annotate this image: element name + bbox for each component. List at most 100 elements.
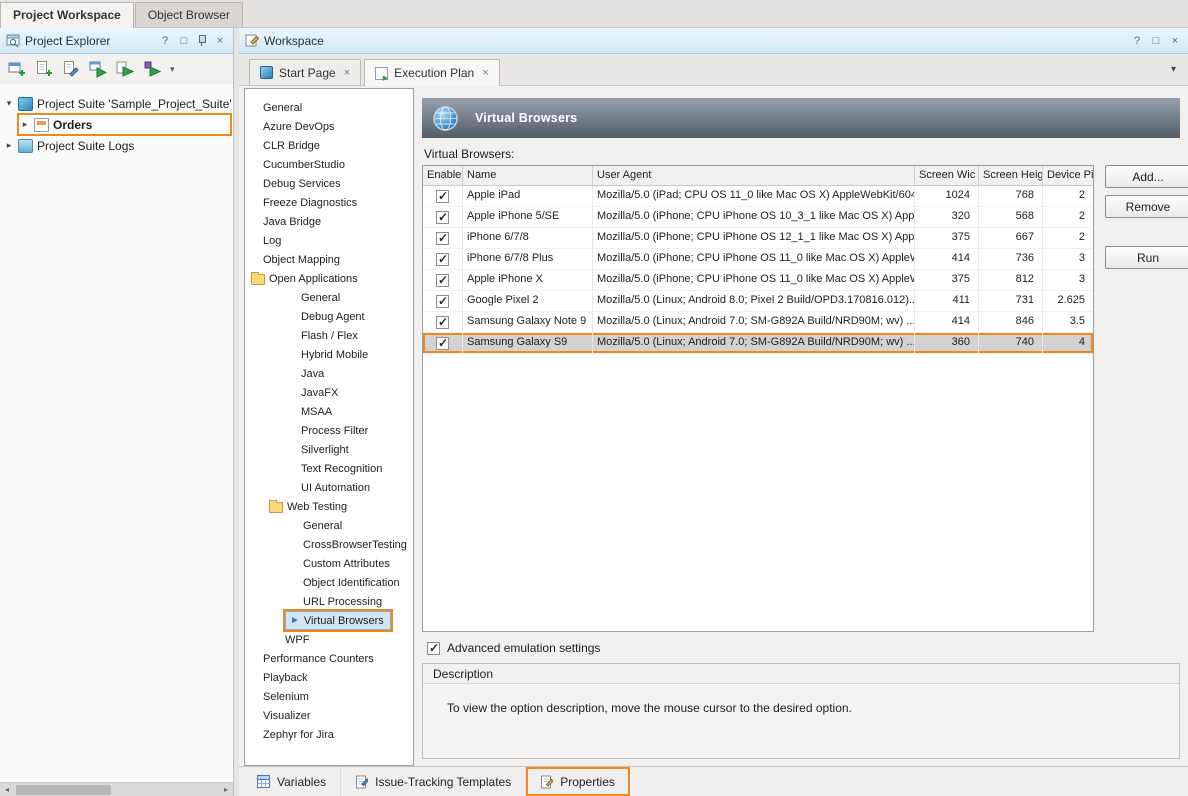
run-button[interactable]: Run	[1105, 246, 1188, 269]
column-header-user-agent[interactable]: User Agent	[593, 166, 915, 185]
settings-item-web-testing[interactable]: Web Testing	[245, 497, 413, 516]
settings-item-general[interactable]: General	[245, 288, 413, 307]
vb-row-apple-iphone-5-se[interactable]: Apple iPhone 5/SEMozilla/5.0 (iPhone; CP…	[423, 207, 1093, 228]
vb-row-apple-ipad[interactable]: Apple iPadMozilla/5.0 (iPad; CPU OS 11_0…	[423, 186, 1093, 207]
tab-properties[interactable]: Properties	[526, 767, 630, 796]
screen-width-cell: 375	[915, 228, 979, 248]
settings-item-silverlight[interactable]: Silverlight	[245, 440, 413, 459]
enable-checkbox[interactable]	[436, 337, 449, 350]
add-project-button[interactable]	[33, 58, 55, 80]
properties-icon	[540, 775, 553, 789]
column-header-screen-height[interactable]: Screen Heig	[979, 166, 1043, 185]
settings-item-text-recognition[interactable]: Text Recognition	[245, 459, 413, 478]
settings-item-javafx[interactable]: JavaFX	[245, 383, 413, 402]
settings-item-freeze-diagnostics[interactable]: Freeze Diagnostics	[245, 193, 413, 212]
expander-icon[interactable]: ▸	[20, 119, 30, 130]
enable-checkbox[interactable]	[436, 316, 449, 329]
scroll-left-icon[interactable]: ◂	[0, 785, 14, 794]
tree-item-orders[interactable]: ▸ Orders	[18, 114, 231, 135]
settings-item-object-identification[interactable]: Object Identification	[245, 573, 413, 592]
tree-item-project-suite[interactable]: ▾ Project Suite 'Sample_Project_Suite' (…	[0, 93, 233, 114]
settings-item-azure-devops[interactable]: Azure DevOps	[245, 117, 413, 136]
enable-checkbox[interactable]	[436, 211, 449, 224]
settings-item-hybrid-mobile[interactable]: Hybrid Mobile	[245, 345, 413, 364]
settings-item-open-applications[interactable]: Open Applications	[245, 269, 413, 288]
tab-label: Properties	[560, 775, 615, 789]
vb-row-iphone-6-7-8-plus[interactable]: iPhone 6/7/8 PlusMozilla/5.0 (iPhone; CP…	[423, 249, 1093, 270]
column-header-enable[interactable]: Enable	[423, 166, 463, 185]
close-icon[interactable]: ×	[213, 34, 227, 48]
remove-button[interactable]: Remove	[1105, 195, 1188, 218]
float-icon[interactable]: □	[1149, 34, 1163, 48]
tree-item-project-suite-logs[interactable]: ▸ Project Suite Logs	[0, 135, 233, 156]
add-project-suite-button[interactable]	[6, 58, 28, 80]
settings-item-selenium[interactable]: Selenium	[245, 687, 413, 706]
settings-item-visualizer[interactable]: Visualizer	[245, 706, 413, 725]
close-tab-icon[interactable]: ×	[482, 67, 488, 79]
scrollbar-thumb[interactable]	[16, 785, 111, 795]
run-routine-button[interactable]	[141, 58, 163, 80]
settings-item-java[interactable]: Java	[245, 364, 413, 383]
vb-row-apple-iphone-x[interactable]: Apple iPhone XMozilla/5.0 (iPhone; CPU i…	[423, 270, 1093, 291]
settings-item-process-filter[interactable]: Process Filter	[245, 421, 413, 440]
bottom-tab-strip: Variables Issue-Tracking Templates	[239, 766, 1188, 796]
settings-item-object-mapping[interactable]: Object Mapping	[245, 250, 413, 269]
vb-row-samsung-galaxy-s9[interactable]: Samsung Galaxy S9Mozilla/5.0 (Linux; And…	[423, 333, 1093, 354]
settings-item-zephyr-for-jira[interactable]: Zephyr for Jira	[245, 725, 413, 744]
settings-item-url-processing[interactable]: URL Processing	[245, 592, 413, 611]
help-icon[interactable]: ?	[158, 34, 172, 48]
close-icon[interactable]: ×	[1168, 34, 1182, 48]
float-icon[interactable]: □	[177, 34, 191, 48]
advanced-emulation-checkbox[interactable]	[427, 642, 440, 655]
vb-row-samsung-galaxy-note-9[interactable]: Samsung Galaxy Note 9Mozilla/5.0 (Linux;…	[423, 312, 1093, 333]
enable-checkbox[interactable]	[436, 295, 449, 308]
settings-item-crossbrowsertesting[interactable]: CrossBrowserTesting	[245, 535, 413, 554]
help-icon[interactable]: ?	[1130, 34, 1144, 48]
tab-project-workspace[interactable]: Project Workspace	[0, 2, 134, 28]
vb-row-iphone-6-7-8[interactable]: iPhone 6/7/8Mozilla/5.0 (iPhone; CPU iPh…	[423, 228, 1093, 249]
enable-checkbox[interactable]	[436, 253, 449, 266]
device-pixel-ratio-cell: 2	[1043, 186, 1093, 206]
tab-issue-tracking-templates[interactable]: Issue-Tracking Templates	[341, 767, 526, 796]
column-header-name[interactable]: Name	[463, 166, 593, 185]
expander-icon[interactable]: ▾	[4, 98, 14, 109]
run-project-button[interactable]	[114, 58, 136, 80]
enable-checkbox[interactable]	[436, 232, 449, 245]
settings-item-debug-services[interactable]: Debug Services	[245, 174, 413, 193]
vb-row-google-pixel-2[interactable]: Google Pixel 2Mozilla/5.0 (Linux; Androi…	[423, 291, 1093, 312]
settings-item-ui-automation[interactable]: UI Automation	[245, 478, 413, 497]
add-button[interactable]: Add...	[1105, 165, 1188, 188]
settings-item-virtual-browsers[interactable]: ►Virtual Browsers	[245, 611, 413, 630]
enable-checkbox[interactable]	[436, 190, 449, 203]
settings-item-playback[interactable]: Playback	[245, 668, 413, 687]
logs-icon	[18, 139, 33, 153]
close-tab-icon[interactable]: ×	[344, 67, 350, 79]
scroll-right-icon[interactable]: ▸	[219, 785, 233, 794]
auto-hide-pin-icon[interactable]	[196, 34, 208, 48]
run-project-suite-button[interactable]	[87, 58, 109, 80]
settings-item-general[interactable]: General	[245, 516, 413, 535]
settings-item-clr-bridge[interactable]: CLR Bridge	[245, 136, 413, 155]
settings-item-general[interactable]: General	[245, 98, 413, 117]
settings-item-flash-flex[interactable]: Flash / Flex	[245, 326, 413, 345]
open-file-button[interactable]	[60, 58, 82, 80]
column-header-screen-width[interactable]: Screen Wic	[915, 166, 979, 185]
toolbar-dropdown-icon[interactable]: ▾	[168, 64, 177, 75]
settings-item-msaa[interactable]: MSAA	[245, 402, 413, 421]
expander-icon[interactable]: ▸	[4, 140, 14, 151]
tab-execution-plan[interactable]: Execution Plan ×	[364, 59, 500, 86]
tab-object-browser[interactable]: Object Browser	[135, 2, 243, 27]
settings-item-log[interactable]: Log	[245, 231, 413, 250]
settings-item-wpf[interactable]: WPF	[245, 630, 413, 649]
settings-item-cucumberstudio[interactable]: CucumberStudio	[245, 155, 413, 174]
horizontal-scrollbar[interactable]: ◂ ▸	[0, 782, 233, 796]
settings-item-debug-agent[interactable]: Debug Agent	[245, 307, 413, 326]
settings-item-performance-counters[interactable]: Performance Counters	[245, 649, 413, 668]
settings-item-custom-attributes[interactable]: Custom Attributes	[245, 554, 413, 573]
settings-item-java-bridge[interactable]: Java Bridge	[245, 212, 413, 231]
tab-variables[interactable]: Variables	[243, 767, 341, 796]
tab-start-page[interactable]: Start Page ×	[249, 59, 361, 85]
tab-list-dropdown-icon[interactable]: ▾	[1171, 64, 1176, 75]
column-header-device-pixel-ratio[interactable]: Device Pi	[1043, 166, 1093, 185]
enable-checkbox[interactable]	[436, 274, 449, 287]
